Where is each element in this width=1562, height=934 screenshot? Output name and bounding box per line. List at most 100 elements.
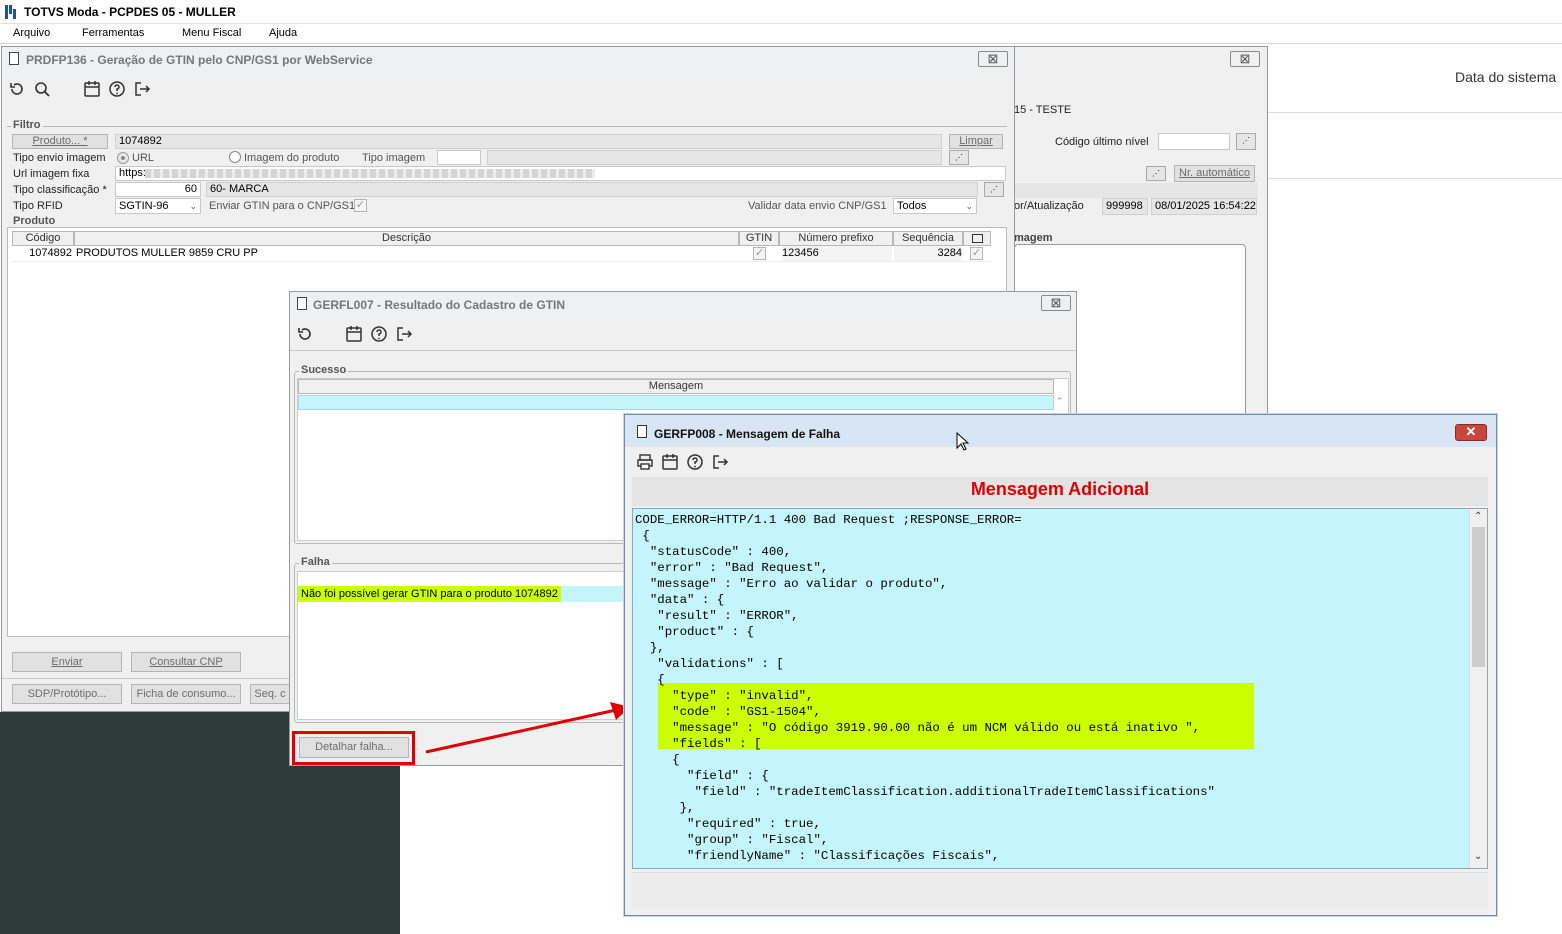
search-icon[interactable] bbox=[33, 80, 51, 98]
atualizacao-date-field: 08/01/2025 16:54:22 bbox=[1151, 198, 1257, 215]
gerfp008-titlebar: GERFP008 - Mensagem de Falha bbox=[625, 415, 1496, 447]
filtro-label: Filtro bbox=[11, 119, 43, 131]
seq-button[interactable]: Seq. c bbox=[250, 684, 290, 704]
square-icon bbox=[972, 234, 983, 243]
help-icon[interactable] bbox=[108, 80, 126, 98]
scroll-up-icon[interactable]: ⌃ bbox=[1474, 511, 1482, 522]
footer-bar bbox=[632, 872, 1488, 908]
calendar-icon[interactable] bbox=[661, 453, 679, 471]
scroll-up-icon[interactable]: ⌃ bbox=[1056, 396, 1064, 407]
col-gtin[interactable]: GTIN bbox=[739, 231, 779, 246]
row-select-checkbox[interactable]: ✓ bbox=[970, 247, 983, 260]
menu-bar: Arquivo Ferramentas Menu Fiscal Ajuda bbox=[0, 24, 1562, 44]
calendar-icon[interactable] bbox=[83, 80, 101, 98]
teste-label: 15 - TESTE bbox=[1014, 104, 1072, 116]
menu-ajuda[interactable]: Ajuda bbox=[269, 27, 297, 39]
col-select-all[interactable] bbox=[963, 231, 991, 246]
undo-icon[interactable] bbox=[296, 325, 314, 343]
col-sequencia[interactable]: Sequência bbox=[893, 231, 963, 246]
exit-icon[interactable] bbox=[133, 80, 151, 98]
mouse-cursor-icon bbox=[956, 432, 970, 451]
gerfl007-titlebar: GERFL007 - Resultado do Cadastro de GTIN bbox=[290, 292, 1076, 316]
exit-icon[interactable] bbox=[711, 453, 729, 471]
exit-icon[interactable] bbox=[395, 325, 413, 343]
scroll-thumb[interactable] bbox=[1472, 527, 1485, 667]
table-row[interactable]: 1074892 PRODUTOS MULLER 9859 CRU PP ✓ 12… bbox=[12, 246, 992, 262]
validar-select[interactable]: Todos ⌄ bbox=[893, 198, 977, 214]
selected-row[interactable] bbox=[298, 395, 1054, 410]
help-icon[interactable] bbox=[686, 453, 704, 471]
produto-button[interactable]: Produto... * bbox=[12, 134, 108, 149]
gerfp008-close-button[interactable]: ✕ bbox=[1455, 424, 1487, 441]
tipo-rfid-select[interactable]: SGTIN-96 ⌄ bbox=[115, 198, 201, 214]
scroll-down-icon[interactable]: ⌄ bbox=[1474, 851, 1482, 862]
document-icon bbox=[297, 297, 307, 310]
chevron-down-icon: ⌄ bbox=[189, 201, 197, 211]
radio-imagem-label: Imagem do produto bbox=[244, 152, 340, 164]
lookup-button[interactable]: ⋰ bbox=[1236, 133, 1256, 150]
tipo-rfid-value: SGTIN-96 bbox=[119, 200, 169, 212]
ficha-consumo-button[interactable]: Ficha de consumo... bbox=[131, 684, 241, 704]
falha-label: Falha bbox=[299, 556, 332, 568]
consultar-cnp-button[interactable]: Consultar CNP bbox=[131, 652, 241, 672]
url-label: Url imagem fixa bbox=[13, 168, 90, 180]
tipo-rfid-label: Tipo RFID bbox=[13, 200, 63, 212]
bg-divider bbox=[1268, 178, 1562, 179]
annotation-arrow bbox=[425, 702, 630, 754]
sucesso-label: Sucesso bbox=[299, 364, 349, 376]
row-codigo: 1074892 bbox=[29, 247, 72, 259]
prdfp136-close-button[interactable]: ⊠ bbox=[978, 51, 1008, 67]
col-descricao[interactable]: Descrição bbox=[74, 231, 739, 246]
divider bbox=[290, 350, 1076, 351]
help-icon[interactable] bbox=[370, 325, 388, 343]
lookup-button[interactable]: ⋰ bbox=[949, 150, 969, 165]
enviar-button[interactable]: Enviar bbox=[12, 652, 122, 672]
radio-url[interactable] bbox=[117, 152, 129, 164]
mensagem-adicional-heading: Mensagem Adicional bbox=[970, 479, 1150, 499]
row-prefixo: 123456 bbox=[782, 246, 892, 261]
imagem-label: magem bbox=[1014, 232, 1053, 244]
menu-arquivo[interactable]: Arquivo bbox=[13, 27, 50, 39]
col-codigo[interactable]: Código bbox=[12, 231, 74, 246]
col-mensagem[interactable]: Mensagem bbox=[298, 379, 1054, 394]
tipo-class-field[interactable]: 60 bbox=[115, 182, 201, 197]
app-titlebar: TOTVS Moda - PCPDES 05 - MULLER bbox=[0, 0, 1562, 24]
prdfp136-titlebar: PRDFP136 - Geração de GTIN pelo CNP/GS1 … bbox=[2, 47, 1014, 71]
gerfl007-title: GERFL007 - Resultado do Cadastro de GTIN bbox=[313, 298, 566, 312]
enviar-gtin-checkbox[interactable]: ✓ bbox=[354, 199, 367, 212]
codigo-ultimo-nivel-field[interactable] bbox=[1158, 133, 1230, 150]
radio-imagem-produto[interactable] bbox=[229, 151, 241, 163]
col-prefixo[interactable]: Número prefixo bbox=[779, 231, 893, 246]
enviar-gtin-label: Enviar GTIN para o CNP/GS1 bbox=[209, 200, 356, 212]
atualizacao-user-field: 999998 bbox=[1102, 198, 1148, 215]
tipo-envio-label: Tipo envio imagem bbox=[13, 152, 106, 164]
lookup-button[interactable]: ⋰ bbox=[1146, 166, 1166, 181]
gerfl007-close-button[interactable]: ⊠ bbox=[1041, 295, 1071, 311]
lookup-button[interactable]: ⋰ bbox=[984, 182, 1004, 197]
print-icon[interactable] bbox=[636, 453, 654, 471]
system-date-label: Data do sistema bbox=[1455, 69, 1557, 85]
limpar-button[interactable]: Limpar bbox=[949, 134, 1003, 149]
bg-ro-field bbox=[1014, 183, 1258, 198]
atualizacao-label: or/Atualização bbox=[1014, 200, 1084, 212]
url-blurred-text bbox=[145, 169, 595, 178]
detalhar-falha-button[interactable]: Detalhar falha... bbox=[299, 737, 409, 758]
falha-message: Não foi possível gerar GTIN para o produ… bbox=[298, 586, 561, 602]
row-descricao: PRODUTOS MULLER 9859 CRU PP bbox=[76, 247, 258, 259]
menu-ferramentas[interactable]: Ferramentas bbox=[82, 27, 144, 39]
row-gtin-checkbox[interactable]: ✓ bbox=[753, 247, 766, 260]
tipo-class-desc: 60- MARCA bbox=[206, 182, 978, 197]
undo-icon[interactable] bbox=[8, 80, 26, 98]
message-text: CODE_ERROR=HTTP/1.1 400 Bad Request ;RES… bbox=[635, 513, 1215, 863]
document-icon bbox=[9, 52, 19, 65]
calendar-icon[interactable] bbox=[345, 325, 363, 343]
menu-fiscal[interactable]: Menu Fiscal bbox=[182, 27, 241, 39]
scrollbar[interactable]: ⌃ ⌄ bbox=[1469, 509, 1487, 868]
tipo-imagem-field[interactable] bbox=[437, 150, 481, 165]
nr-automatico-button[interactable]: Nr. automático bbox=[1174, 165, 1255, 182]
validar-label: Validar data envio CNP/GS1 bbox=[748, 200, 887, 212]
bg-window-close-button[interactable]: ⊠ bbox=[1230, 51, 1260, 67]
tipo-imagem-label: Tipo imagem bbox=[362, 152, 426, 164]
sdp-prototipo-button[interactable]: SDP/Protótipo... bbox=[12, 684, 122, 704]
bg-divider bbox=[1268, 112, 1562, 113]
